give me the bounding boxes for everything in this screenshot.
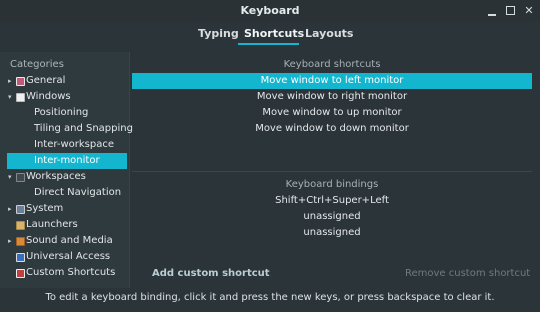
windows-icon bbox=[16, 93, 25, 102]
custom-shortcuts-icon bbox=[16, 269, 25, 278]
add-custom-shortcut-button[interactable]: Add custom shortcut bbox=[152, 268, 270, 279]
universal-access-icon bbox=[16, 253, 25, 262]
remove-custom-shortcut-button[interactable]: Remove custom shortcut bbox=[405, 268, 530, 279]
section-divider bbox=[132, 171, 532, 172]
sidebar-item-label: Inter-monitor bbox=[34, 155, 100, 166]
binding-row[interactable]: unassigned bbox=[132, 209, 532, 225]
title-bar: Keyboard ✕ bbox=[0, 0, 540, 22]
system-icon bbox=[16, 205, 25, 214]
close-icon[interactable]: ✕ bbox=[522, 4, 536, 18]
sidebar-item-label: Direct Navigation bbox=[34, 187, 122, 198]
shortcut-row[interactable]: Move window to up monitor bbox=[132, 105, 532, 121]
collapse-arrow-icon[interactable]: ▾ bbox=[8, 89, 12, 105]
categories-header: Categories bbox=[10, 59, 64, 70]
shortcut-row[interactable]: Move window to down monitor bbox=[132, 121, 532, 137]
sidebar-item-label: Universal Access bbox=[26, 251, 111, 262]
binding-row[interactable]: Shift+Ctrl+Super+Left bbox=[132, 193, 532, 209]
sidebar-item-label: Launchers bbox=[26, 219, 78, 230]
sidebar-item-label: Tiling and Snapping bbox=[34, 123, 133, 134]
keyboard-settings-window: Keyboard ✕ Typing Shortcuts Layouts Cate… bbox=[0, 0, 540, 312]
window-title: Keyboard bbox=[240, 4, 300, 17]
sidebar-item-sound-and-media[interactable]: ▸ Sound and Media bbox=[0, 233, 129, 249]
sidebar-item-workspaces[interactable]: ▾ Workspaces bbox=[0, 169, 129, 185]
sidebar-item-inter-workspace[interactable]: Inter-workspace bbox=[0, 137, 129, 153]
sidebar-item-universal-access[interactable]: Universal Access bbox=[0, 249, 129, 265]
categories-sidebar: Categories ▸ General ▾ Windows Positioni… bbox=[0, 52, 133, 288]
sidebar-item-label: Inter-workspace bbox=[34, 139, 114, 150]
sidebar-item-label: Custom Shortcuts bbox=[26, 267, 116, 278]
sidebar-item-label: Workspaces bbox=[26, 171, 86, 182]
sidebar-item-label: General bbox=[26, 75, 66, 86]
shortcut-row[interactable]: Move window to left monitor bbox=[132, 73, 532, 89]
sidebar-item-custom-shortcuts[interactable]: Custom Shortcuts bbox=[0, 265, 129, 281]
sidebar-item-label: Windows bbox=[26, 91, 71, 102]
keyboard-shortcuts-header: Keyboard shortcuts bbox=[283, 59, 381, 70]
sidebar-item-positioning[interactable]: Positioning bbox=[0, 105, 129, 121]
minimize-icon[interactable] bbox=[485, 4, 499, 18]
tab-shortcuts[interactable]: Shortcuts bbox=[244, 27, 304, 40]
workspaces-icon bbox=[16, 173, 25, 182]
sidebar-item-launchers[interactable]: Launchers bbox=[0, 217, 129, 233]
help-text: To edit a keyboard binding, click it and… bbox=[45, 292, 495, 303]
sidebar-item-inter-monitor[interactable]: Inter-monitor bbox=[7, 153, 127, 169]
expand-arrow-icon[interactable]: ▸ bbox=[8, 73, 12, 89]
sidebar-item-label: Sound and Media bbox=[26, 235, 113, 246]
binding-row[interactable]: unassigned bbox=[132, 225, 532, 241]
keyboard-bindings-header: Keyboard bindings bbox=[285, 179, 379, 190]
tab-typing[interactable]: Typing bbox=[198, 27, 239, 40]
sidebar-item-tiling-and-snapping[interactable]: Tiling and Snapping bbox=[0, 121, 133, 137]
sidebar-item-label: Positioning bbox=[34, 107, 89, 118]
sidebar-item-windows[interactable]: ▾ Windows bbox=[0, 89, 129, 105]
sidebar-item-general[interactable]: ▸ General bbox=[0, 73, 129, 89]
shortcut-row[interactable]: Move window to right monitor bbox=[132, 89, 532, 105]
expand-arrow-icon[interactable]: ▸ bbox=[8, 201, 12, 217]
active-tab-indicator bbox=[238, 43, 299, 45]
maximize-icon[interactable] bbox=[504, 4, 518, 18]
expand-arrow-icon[interactable]: ▸ bbox=[8, 233, 12, 249]
sound-icon bbox=[16, 237, 25, 246]
tab-bar: Typing Shortcuts Layouts bbox=[0, 27, 540, 47]
sidebar-item-label: System bbox=[26, 203, 64, 214]
launchers-icon bbox=[16, 221, 25, 230]
collapse-arrow-icon[interactable]: ▾ bbox=[8, 169, 12, 185]
sidebar-item-direct-navigation[interactable]: Direct Navigation bbox=[0, 185, 129, 201]
general-icon bbox=[16, 77, 25, 86]
tab-layouts[interactable]: Layouts bbox=[305, 27, 353, 40]
sidebar-item-system[interactable]: ▸ System bbox=[0, 201, 129, 217]
